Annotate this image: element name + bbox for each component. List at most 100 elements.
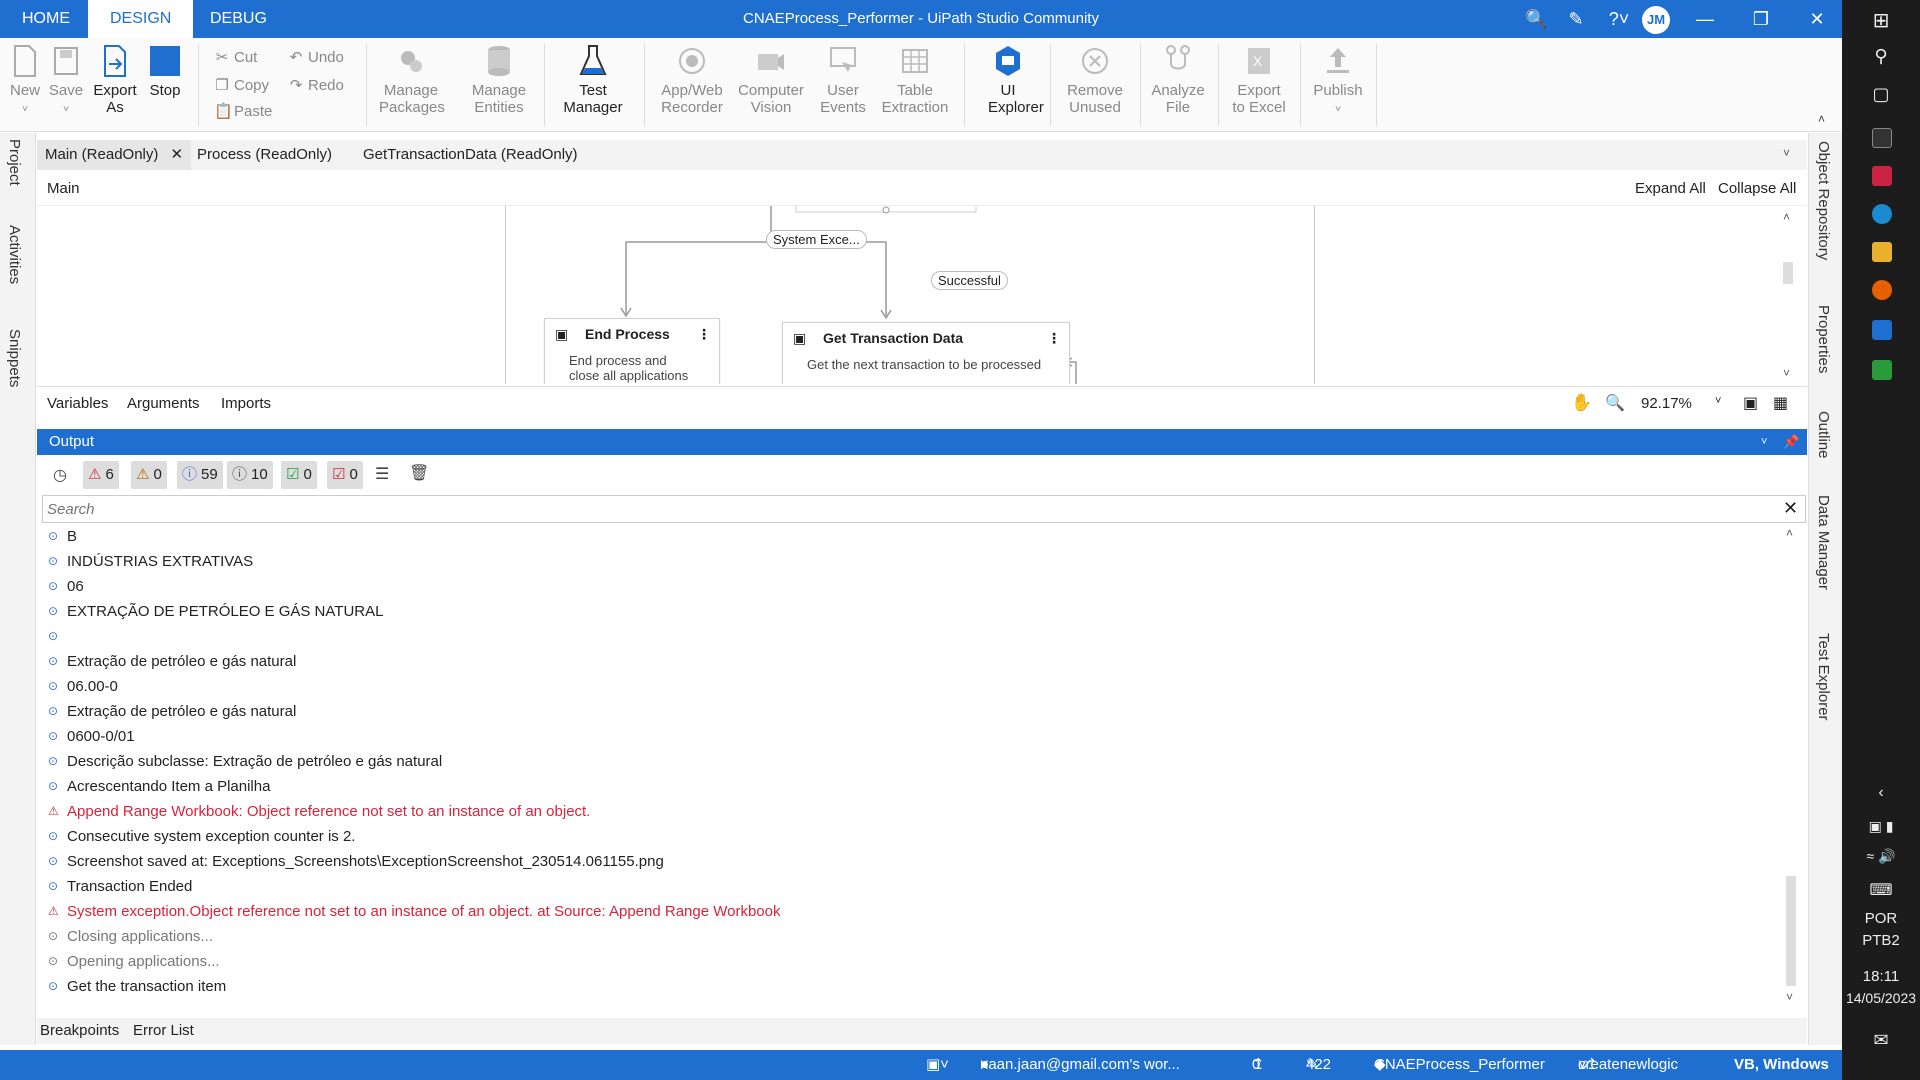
- orchestrator-connection[interactable]: ● naan.jaan@gmail.com's wor... ˅: [980, 1050, 1180, 1080]
- arguments-tab[interactable]: Arguments: [127, 395, 200, 412]
- export-to-excel-button[interactable]: X Export to Excel: [1228, 44, 1290, 116]
- undo-button[interactable]: ↶ Undo: [288, 48, 344, 66]
- orchestrator-icon[interactable]: ▣˅: [926, 1050, 949, 1080]
- ui-explorer-button[interactable]: UI Explorer: [976, 44, 1044, 116]
- menu-tab-debug[interactable]: DEBUG: [188, 0, 289, 38]
- log-line[interactable]: ⊙ 06: [42, 574, 1782, 599]
- log-line[interactable]: ⊙ Get the transaction item: [42, 974, 1782, 999]
- designer-canvas[interactable]: System Exce... Successful ▣ End Process …: [37, 206, 1807, 384]
- data-manager-tab[interactable]: Data Manager: [1815, 495, 1832, 590]
- clock-time[interactable]: 18:11: [1842, 968, 1920, 985]
- manage-packages-button[interactable]: Manage Packages: [378, 44, 445, 116]
- breadcrumb[interactable]: Main: [47, 180, 80, 197]
- input-layout[interactable]: PTB2: [1842, 932, 1920, 949]
- user-events-button[interactable]: User Events: [816, 44, 870, 116]
- canvas-scroll-down-icon[interactable]: ˅: [1783, 366, 1790, 380]
- log-line[interactable]: ⊙ Consecutive system exception counter is…: [42, 824, 1782, 849]
- edge-icon[interactable]: [1872, 204, 1892, 224]
- log-line[interactable]: ⚠ Append Range Workbook: Object reference…: [42, 799, 1782, 824]
- log-line[interactable]: ⊙ Extração de petróleo e gás natural: [42, 699, 1782, 724]
- object-repository-tab[interactable]: Object Repository: [1815, 141, 1832, 260]
- paste-button[interactable]: 📋Paste: [214, 102, 272, 120]
- log-line[interactable]: ⊙ Descrição subclasse: Extração de petról…: [42, 749, 1782, 774]
- more-options-icon[interactable]: ⋮: [1047, 323, 1061, 353]
- copy-button[interactable]: ❐ Copy: [214, 76, 269, 94]
- app-web-recorder-button[interactable]: App/Web Recorder: [656, 44, 728, 116]
- input-language[interactable]: POR: [1842, 910, 1920, 927]
- log-line[interactable]: ⊙ Extração de petróleo e gás natural: [42, 649, 1782, 674]
- git-branch[interactable]: ⎇ createnewlogic ˅: [1578, 1050, 1678, 1080]
- log-scroll-up-icon[interactable]: ˄: [1786, 526, 1793, 540]
- project-language[interactable]: VB, Windows: [1734, 1050, 1829, 1080]
- export-as-button[interactable]: Export As: [90, 44, 140, 116]
- zoom-dropdown-icon[interactable]: ˅: [1715, 395, 1721, 407]
- terminal-icon[interactable]: [1872, 128, 1892, 148]
- doc-tab-gettransactiondata[interactable]: GetTransactionData (ReadOnly): [355, 140, 586, 170]
- log-line[interactable]: ⊙ INDÚSTRIAS EXTRATIVAS: [42, 549, 1782, 574]
- log-line[interactable]: ⊙: [42, 624, 1782, 649]
- breakpoints-tab[interactable]: Breakpoints: [40, 1022, 119, 1039]
- zoom-icon[interactable]: 🔍: [1605, 393, 1625, 413]
- log-line[interactable]: ⊙ B: [42, 524, 1782, 549]
- trash-icon[interactable]: 🗑: [409, 463, 429, 483]
- filter-failed-button[interactable]: ☑ 0: [327, 461, 363, 489]
- filter-trace-button[interactable]: ⓘ 10: [227, 461, 273, 489]
- imports-tab[interactable]: Imports: [221, 395, 271, 412]
- log-line[interactable]: ⊙ 06.00-0: [42, 674, 1782, 699]
- end-process-activity[interactable]: ▣ End Process ⋮ End process and close al…: [544, 318, 720, 384]
- log-scrollbar-thumb[interactable]: [1786, 876, 1796, 986]
- log-line[interactable]: ⊙ EXTRAÇÃO DE PETRÓLEO E GÁS NATURAL: [42, 599, 1782, 624]
- error-list-tab[interactable]: Error List: [133, 1022, 194, 1039]
- uipath-assistant-icon[interactable]: [1872, 360, 1892, 380]
- log-line[interactable]: ⊙ Closing applications...: [42, 924, 1782, 949]
- file-explorer-icon[interactable]: [1872, 242, 1892, 262]
- variables-tab[interactable]: Variables: [47, 395, 108, 412]
- manage-entities-button[interactable]: Manage Entities: [466, 44, 532, 116]
- firefox-icon[interactable]: [1872, 280, 1892, 300]
- doc-tab-main[interactable]: Main (ReadOnly) ✕: [37, 140, 192, 170]
- minimize-button[interactable]: —: [1682, 0, 1728, 38]
- search-icon[interactable]: 🔍: [1525, 8, 1547, 30]
- computer-vision-button[interactable]: Computer Vision: [734, 44, 808, 116]
- tabs-dropdown-icon[interactable]: ˅: [1783, 146, 1790, 160]
- canvas-scroll-up-icon[interactable]: ˄: [1783, 210, 1790, 224]
- get-transaction-data-activity[interactable]: ▣ Get Transaction Data ⋮ Get the next tr…: [782, 322, 1070, 384]
- outline-tab[interactable]: Outline: [1815, 411, 1832, 459]
- save-button[interactable]: Save ˅: [48, 44, 84, 116]
- menu-tab-home[interactable]: HOME: [0, 0, 92, 38]
- publish-button[interactable]: Publish ˅: [1310, 44, 1366, 116]
- chevron-left-icon[interactable]: ‹: [1842, 784, 1920, 802]
- project-panel-tab[interactable]: Project: [6, 139, 23, 186]
- filter-warnings-button[interactable]: ⚠ 0: [131, 461, 167, 489]
- canvas-scrollbar-thumb[interactable]: [1783, 262, 1793, 284]
- filter-info-button[interactable]: ⓘ 59: [177, 461, 223, 489]
- fit-to-screen-icon[interactable]: ▣: [1743, 393, 1758, 413]
- log-line[interactable]: ⊙ Opening applications...: [42, 949, 1782, 974]
- task-view-icon[interactable]: ▢: [1842, 84, 1920, 105]
- table-extraction-button[interactable]: Table Extraction: [880, 44, 950, 116]
- redo-button[interactable]: ↷ Redo: [288, 76, 344, 94]
- expand-all-button[interactable]: Expand All: [1635, 180, 1706, 197]
- panel-dropdown-icon[interactable]: ˅: [1761, 429, 1767, 455]
- log-line[interactable]: ⊙ Acrescentando Item a Planilha: [42, 774, 1782, 799]
- zoom-level[interactable]: 92.17%: [1641, 395, 1692, 412]
- clock-date[interactable]: 14/05/2023: [1842, 990, 1920, 1006]
- log-scroll-down-icon[interactable]: ˅: [1786, 990, 1793, 1004]
- sort-icon[interactable]: ☰: [375, 464, 389, 484]
- filter-success-button[interactable]: ☑ 0: [281, 461, 317, 489]
- stop-button[interactable]: Stop: [146, 44, 184, 99]
- search-icon[interactable]: ⚲: [1842, 46, 1920, 67]
- cut-button[interactable]: ✂ Cut: [214, 48, 258, 66]
- keyboard-icon[interactable]: ⌨: [1842, 880, 1920, 900]
- close-button[interactable]: ✕: [1794, 0, 1840, 38]
- collapse-all-button[interactable]: Collapse All: [1718, 180, 1796, 197]
- pin-icon[interactable]: 📌: [1783, 429, 1799, 455]
- notifications-icon[interactable]: ✉: [1842, 1030, 1920, 1051]
- doc-tab-process[interactable]: Process (ReadOnly): [189, 140, 340, 170]
- log-line[interactable]: ⚠ System exception.Object reference not s…: [42, 899, 1782, 924]
- app-icon[interactable]: [1872, 166, 1892, 186]
- battery-icon[interactable]: ▣ ▮: [1842, 818, 1920, 835]
- overview-icon[interactable]: ▦: [1773, 393, 1788, 413]
- analyze-file-button[interactable]: Analyze File: [1150, 44, 1206, 116]
- remove-unused-button[interactable]: Remove Unused: [1062, 44, 1128, 116]
